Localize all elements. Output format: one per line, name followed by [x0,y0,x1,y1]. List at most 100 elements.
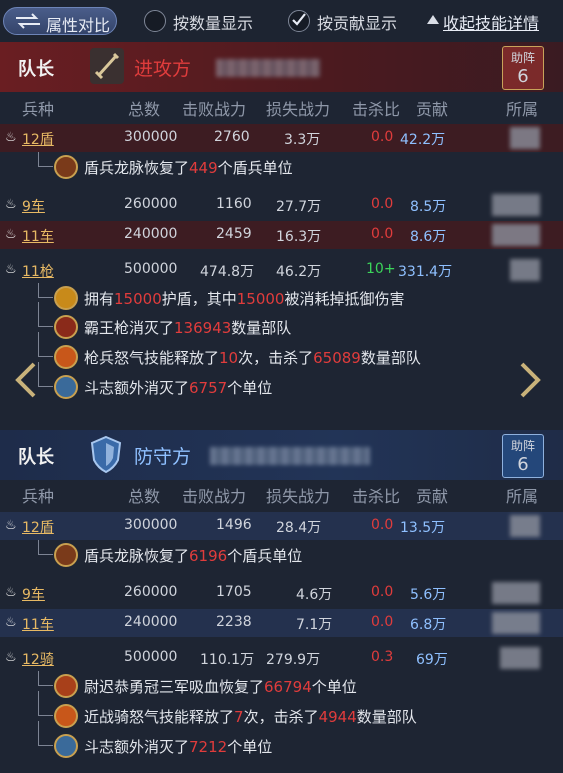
total: 500000 [124,649,178,665]
owner-avatar [492,194,540,216]
owner-avatar [492,582,540,604]
table-row[interactable]: ♨ 11车 2238 240000 7.1万 0.0 6.8万 [0,609,563,637]
attacker-assist-badge: 助阵 6 [502,46,544,90]
captain-label: 队长 [18,447,54,468]
unit-type[interactable]: 9车 [22,196,45,216]
shield-icon [90,435,122,474]
lost: 7.1万 [296,617,333,633]
attacker-column-headers: 兵种 总数 击败战力 损失战力 击杀比 贡献 所属 [0,92,563,122]
sword-icon [90,48,124,84]
owner-avatar [500,647,540,669]
total: 260000 [124,584,178,600]
kill-ratio: 0.0 [371,614,394,630]
kill-ratio: 10+ [366,261,396,277]
by-contrib-radio[interactable] [288,10,310,32]
fire-icon: ♨ [5,130,17,145]
kill-ratio: 0.0 [371,584,394,600]
cav-skill-row: 尉迟恭勇冠三军吸血恢复了66794个单位 [0,671,563,701]
skill-icon [54,375,78,399]
shield-skill-icon [54,543,78,567]
skill-text: 霸王枪消灭了136943数量部队 [84,319,292,337]
col-contrib: 贡献 [416,100,449,119]
table-row[interactable]: ♨ 12盾 300000 2760 3.3万 0.0 42.2万 [0,124,563,152]
collapse-skills-link[interactable]: 收起技能详情 [443,10,539,34]
contribution: 5.6万 [410,587,447,603]
contribution: 69万 [416,652,448,668]
unit-type[interactable]: 11车 [22,614,54,634]
by-count-radio[interactable] [144,10,166,32]
attacker-side-label: 进攻方 [134,58,192,80]
table-row[interactable]: ♨ 11车 240000 2459 16.3万 0.0 8.6万 [0,221,563,249]
defeated: 474.8万 [200,264,255,280]
col-lost: 损失战力 [266,100,331,119]
col-total: 总数 [128,100,161,119]
checkmark-icon [292,13,306,26]
owner-avatar [492,224,540,246]
assist-count: 6 [517,454,529,475]
table-row[interactable]: ♨ 12骑 500000 110.1万 279.9万 0.3 69万 [0,644,563,672]
contribution: 8.6万 [410,229,447,245]
table-row[interactable]: ♨ 12盾 300000 1496 28.4万 0.0 13.5万 [0,512,563,540]
unit-type[interactable]: 9车 [22,584,45,604]
defender-column-headers: 兵种 总数 击败战力 损失战力 击杀比 贡献 所属 [0,479,563,509]
lost: 3.3万 [284,132,321,148]
fire-icon: ♨ [5,197,17,212]
fire-icon: ♨ [5,650,17,665]
unit-type[interactable]: 11枪 [22,261,54,281]
table-row[interactable]: ♨ 9车 260000 1705 4.6万 0.0 5.6万 [0,579,563,607]
defender-header: 队长 防守方 助阵 6 [0,430,563,480]
spear-skill-row: 斗志额外消灭了6757个单位 [0,362,563,402]
total: 300000 [124,517,178,533]
table-row[interactable]: ♨ 11枪 500000 474.8万 46.2万 10+ 331.4万 [0,256,563,284]
skill-icon [54,345,78,369]
defeated: 2760 [214,129,250,145]
assist-label: 助阵 [510,439,535,453]
skill-icon [54,674,78,698]
unit-type[interactable]: 12盾 [22,517,54,537]
swap-icon [16,13,40,29]
fire-icon: ♨ [5,262,17,277]
skill-text: 近战骑怒气技能释放了7次，击杀了4944数量部队 [84,708,417,726]
col-ratio: 击杀比 [352,487,401,506]
unit-type[interactable]: 11车 [22,226,54,246]
shield-skill-row: 盾兵龙脉恢复了6196个盾兵单位 [0,540,563,570]
kill-ratio: 0.0 [371,129,394,145]
col-defeated: 击败战力 [182,100,247,119]
defender-assist-badge: 助阵 6 [502,434,544,478]
total: 260000 [124,196,178,212]
table-row[interactable]: ♨ 9车 260000 1160 27.7万 0.0 8.5万 [0,191,563,219]
contribution: 42.2万 [400,132,446,148]
fire-icon: ♨ [5,518,17,533]
contribution: 13.5万 [400,520,446,536]
col-total: 总数 [128,487,161,506]
defender-side-label: 防守方 [134,446,192,468]
cav-skill-row: 近战骑怒气技能释放了7次，击杀了4944数量部队 [0,691,563,731]
owner-avatar [510,515,540,537]
shield-skill-row: 盾兵龙脉恢复了449个盾兵单位 [0,152,563,182]
attribute-compare-button[interactable]: 属性对比 [3,7,117,35]
lost: 16.3万 [276,229,322,245]
chevron-right-icon[interactable] [518,362,544,398]
defeated: 2459 [216,226,252,242]
skill-icon [54,315,78,339]
defeated: 1160 [216,196,252,212]
skill-icon [54,734,78,758]
fire-icon: ♨ [5,615,17,630]
col-ratio: 击杀比 [352,100,401,119]
by-count-label[interactable]: 按数量显示 [173,10,253,34]
owner-avatar [510,259,540,281]
defeated: 2238 [216,614,252,630]
defeated: 110.1万 [200,652,255,668]
col-contrib: 贡献 [416,487,449,506]
assist-count: 6 [517,66,529,87]
chevron-left-icon[interactable] [12,362,38,398]
unit-type[interactable]: 12骑 [22,649,54,669]
unit-type[interactable]: 12盾 [22,129,54,149]
spear-skill-row: 拥有15000护盾，其中15000被消耗掉抵御伤害 [0,283,563,313]
attribute-compare-label: 属性对比 [46,16,111,35]
kill-ratio: 0.3 [371,649,394,665]
fire-icon: ♨ [5,585,17,600]
by-contrib-label[interactable]: 按贡献显示 [317,10,397,34]
kill-ratio: 0.0 [371,517,394,533]
shield-skill-icon [54,155,78,179]
